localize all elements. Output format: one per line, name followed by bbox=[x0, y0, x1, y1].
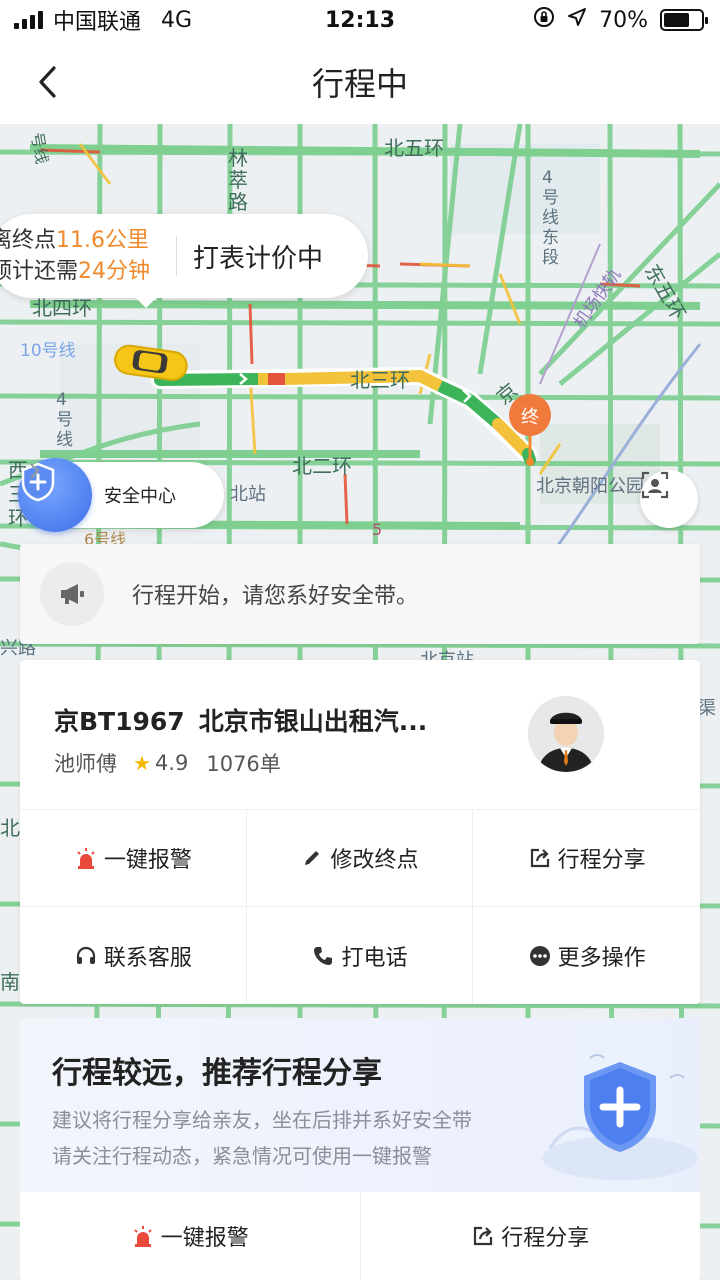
map-label: 渠 bbox=[698, 698, 716, 719]
safety-center-label: 安全中心 bbox=[104, 486, 176, 507]
share-card-line-1: 建议将行程分享给亲友，坐在后排并系好安全带 bbox=[52, 1108, 472, 1132]
driver-info: 京BT1967 北京市银山出租汽... 池师傅 ★ 4.9 1076单 bbox=[20, 660, 700, 810]
map-label: 北站 bbox=[230, 484, 266, 505]
edit-destination-button[interactable]: 修改终点 bbox=[246, 810, 474, 907]
map-label: 4 号 线 bbox=[56, 390, 73, 450]
share-card-share-button[interactable]: 行程分享 bbox=[359, 1192, 701, 1280]
divider bbox=[176, 236, 177, 276]
pencil-icon bbox=[300, 846, 324, 870]
map-label: 北 bbox=[0, 816, 20, 840]
share-card-actions: 一键报警 行程分享 bbox=[20, 1192, 700, 1280]
license-plate: 京BT1967 bbox=[54, 707, 185, 736]
share-icon bbox=[528, 846, 552, 870]
battery-icon bbox=[660, 9, 708, 31]
chevron-right-icon bbox=[30, 463, 40, 479]
map-label: 北京朝阳公园 bbox=[536, 476, 644, 497]
driver-avatar-icon[interactable] bbox=[528, 696, 604, 772]
map-label: 10号线 bbox=[20, 341, 76, 361]
signal-icon bbox=[14, 11, 43, 29]
safety-center-button[interactable]: 安全中心 bbox=[18, 458, 224, 532]
share-recommendation-card: 行程较远，推荐行程分享 建议将行程分享给亲友，坐在后排并系好安全带 请关注行程动… bbox=[20, 1018, 700, 1280]
emergency-alarm-button[interactable]: 一键报警 bbox=[20, 810, 247, 907]
megaphone-icon bbox=[40, 562, 104, 626]
headset-icon bbox=[74, 944, 98, 968]
share-icon bbox=[471, 1224, 495, 1248]
star-icon: ★ bbox=[133, 751, 151, 775]
trip-info-bubble: 离终点11.6公里 预计还需24分钟 打表计价中 bbox=[0, 214, 368, 308]
map-label: 5 bbox=[372, 520, 383, 539]
driver-name: 池师傅 bbox=[54, 752, 117, 776]
map-label: 北二环 bbox=[292, 454, 352, 478]
phone-icon bbox=[311, 944, 335, 968]
carrier-name: 中国联通 bbox=[53, 10, 142, 35]
more-actions-button[interactable]: 更多操作 bbox=[473, 907, 700, 1004]
share-card-line-2: 请关注行程动态，紧急情况可使用一键报警 bbox=[52, 1144, 432, 1168]
locate-icon bbox=[641, 471, 669, 499]
distance-remaining: 11.6公里 bbox=[56, 228, 150, 253]
eta-remaining: 24分钟 bbox=[78, 259, 151, 284]
back-button[interactable] bbox=[24, 58, 72, 106]
distance-line: 离终点11.6公里 bbox=[0, 228, 150, 253]
location-arrow-icon bbox=[567, 7, 587, 33]
nav-bar: 行程中 bbox=[0, 40, 720, 124]
driver-rating: 4.9 bbox=[154, 751, 189, 775]
notice-text: 行程开始，请您系好安全带。 bbox=[132, 584, 419, 609]
map-label: 4 号 线 东 段 bbox=[542, 168, 559, 268]
more-icon bbox=[528, 944, 552, 968]
driver-orders: 1076单 bbox=[206, 752, 281, 776]
share-card-title: 行程较远，推荐行程分享 bbox=[52, 1056, 382, 1091]
share-trip-button[interactable]: 行程分享 bbox=[473, 810, 700, 907]
action-grid: 一键报警 修改终点 行程分享 联系客服 打电话 更多操作 bbox=[20, 810, 700, 1004]
network-type: 4G bbox=[161, 7, 193, 33]
eta-line: 预计还需24分钟 bbox=[0, 259, 151, 284]
call-driver-button[interactable]: 打电话 bbox=[247, 907, 474, 1004]
notice-card: 行程开始，请您系好安全带。 bbox=[20, 544, 700, 644]
map-label: 北三环 bbox=[350, 368, 410, 392]
share-card-alarm-button[interactable]: 一键报警 bbox=[20, 1192, 360, 1280]
destination-marker: 终 bbox=[521, 407, 539, 428]
map-label: 路 bbox=[228, 190, 248, 214]
meter-status: 打表计价中 bbox=[193, 243, 324, 274]
driver-meta: 池师傅 ★ 4.9 1076单 bbox=[54, 748, 281, 778]
alarm-icon bbox=[131, 1224, 155, 1248]
driver-card: 京BT1967 北京市银山出租汽... 池师傅 ★ 4.9 1076单 一键报警… bbox=[20, 660, 700, 1004]
page-title: 行程中 bbox=[311, 65, 408, 103]
rotation-lock-icon bbox=[533, 6, 555, 34]
map-label: 南 bbox=[0, 970, 20, 994]
locate-button[interactable] bbox=[640, 470, 698, 528]
taxi-company: 北京市银山出租汽... bbox=[198, 707, 428, 736]
map-label: 北五环 bbox=[384, 136, 444, 160]
vehicle-line: 京BT1967 北京市银山出租汽... bbox=[54, 702, 427, 738]
shield-plus-icon bbox=[530, 1038, 700, 1188]
chevron-left-icon bbox=[39, 66, 56, 98]
battery-percent: 70% bbox=[599, 7, 648, 33]
alarm-icon bbox=[74, 846, 98, 870]
status-bar: 中国联通 4G 12:13 70% bbox=[0, 0, 720, 40]
contact-support-button[interactable]: 联系客服 bbox=[20, 907, 247, 1004]
